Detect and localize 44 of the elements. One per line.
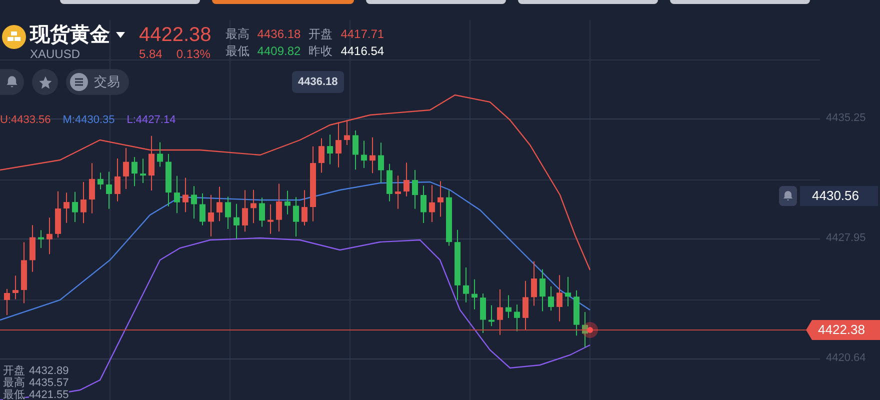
price-change: 5.84	[139, 47, 162, 61]
alert-price-label: 4430.56	[800, 186, 878, 206]
star-icon	[38, 74, 52, 90]
tab-edge[interactable]	[212, 0, 354, 4]
coin-icon	[2, 25, 26, 49]
stat-label: 昨收	[308, 44, 333, 58]
bell-icon	[782, 190, 794, 202]
ohlc-value: 4421.55	[29, 389, 69, 400]
tab-edge[interactable]	[518, 0, 658, 4]
change-percent: 0.13%	[176, 47, 210, 61]
ohlc-label: 开盘	[3, 365, 25, 377]
alert-marker[interactable]	[779, 186, 797, 206]
stat-label: 开盘	[308, 27, 333, 41]
caret-icon	[116, 32, 125, 38]
bell-icon	[5, 75, 19, 89]
tab-edge[interactable]	[60, 0, 200, 4]
y-axis-label: 4435.25	[826, 112, 866, 125]
y-axis-label: 4427.95	[826, 232, 866, 245]
trade-button[interactable]: 交易	[66, 69, 129, 95]
stat-value: 4417.71	[340, 27, 384, 41]
stat-label: 最高	[225, 27, 250, 41]
y-axis-label: 4420.64	[826, 352, 866, 365]
stat-value: 4416.54	[340, 44, 384, 58]
alert-button[interactable]	[0, 69, 24, 95]
stat-label: 最低	[225, 44, 250, 58]
tab-edge[interactable]	[366, 0, 506, 4]
band-value: U:4433.56	[0, 113, 51, 127]
ohlc-value: 4435.57	[29, 377, 69, 389]
ohlc-label: 最低	[3, 389, 25, 400]
stat-value: 4436.18	[257, 27, 301, 41]
price-dot	[582, 322, 598, 338]
band-value: M:4430.35	[62, 113, 115, 127]
instrument-selector[interactable]: 现货黄金	[30, 23, 125, 47]
tab-edge[interactable]	[670, 0, 810, 4]
ohlc-value: 4432.89	[29, 365, 69, 377]
band-value: L:4427.14	[126, 113, 176, 127]
ohlc-label: 最高	[3, 377, 25, 389]
favorite-button[interactable]	[32, 69, 58, 95]
current-price-tag: 4422.38	[806, 320, 880, 340]
last-price: 4422.38	[139, 23, 212, 47]
stat-value: 4409.82	[257, 44, 301, 58]
symbol-code: XAUUSD	[30, 47, 82, 61]
list-icon	[70, 73, 88, 91]
price-tooltip: 4436.18	[292, 71, 344, 93]
